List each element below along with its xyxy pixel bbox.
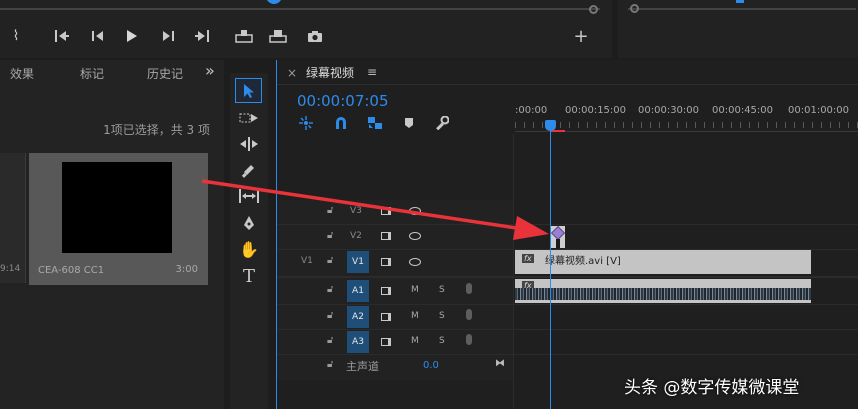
watermark-text: 头条 @数字传媒微课堂 (624, 378, 800, 398)
annotation-arrow (201, 179, 549, 240)
